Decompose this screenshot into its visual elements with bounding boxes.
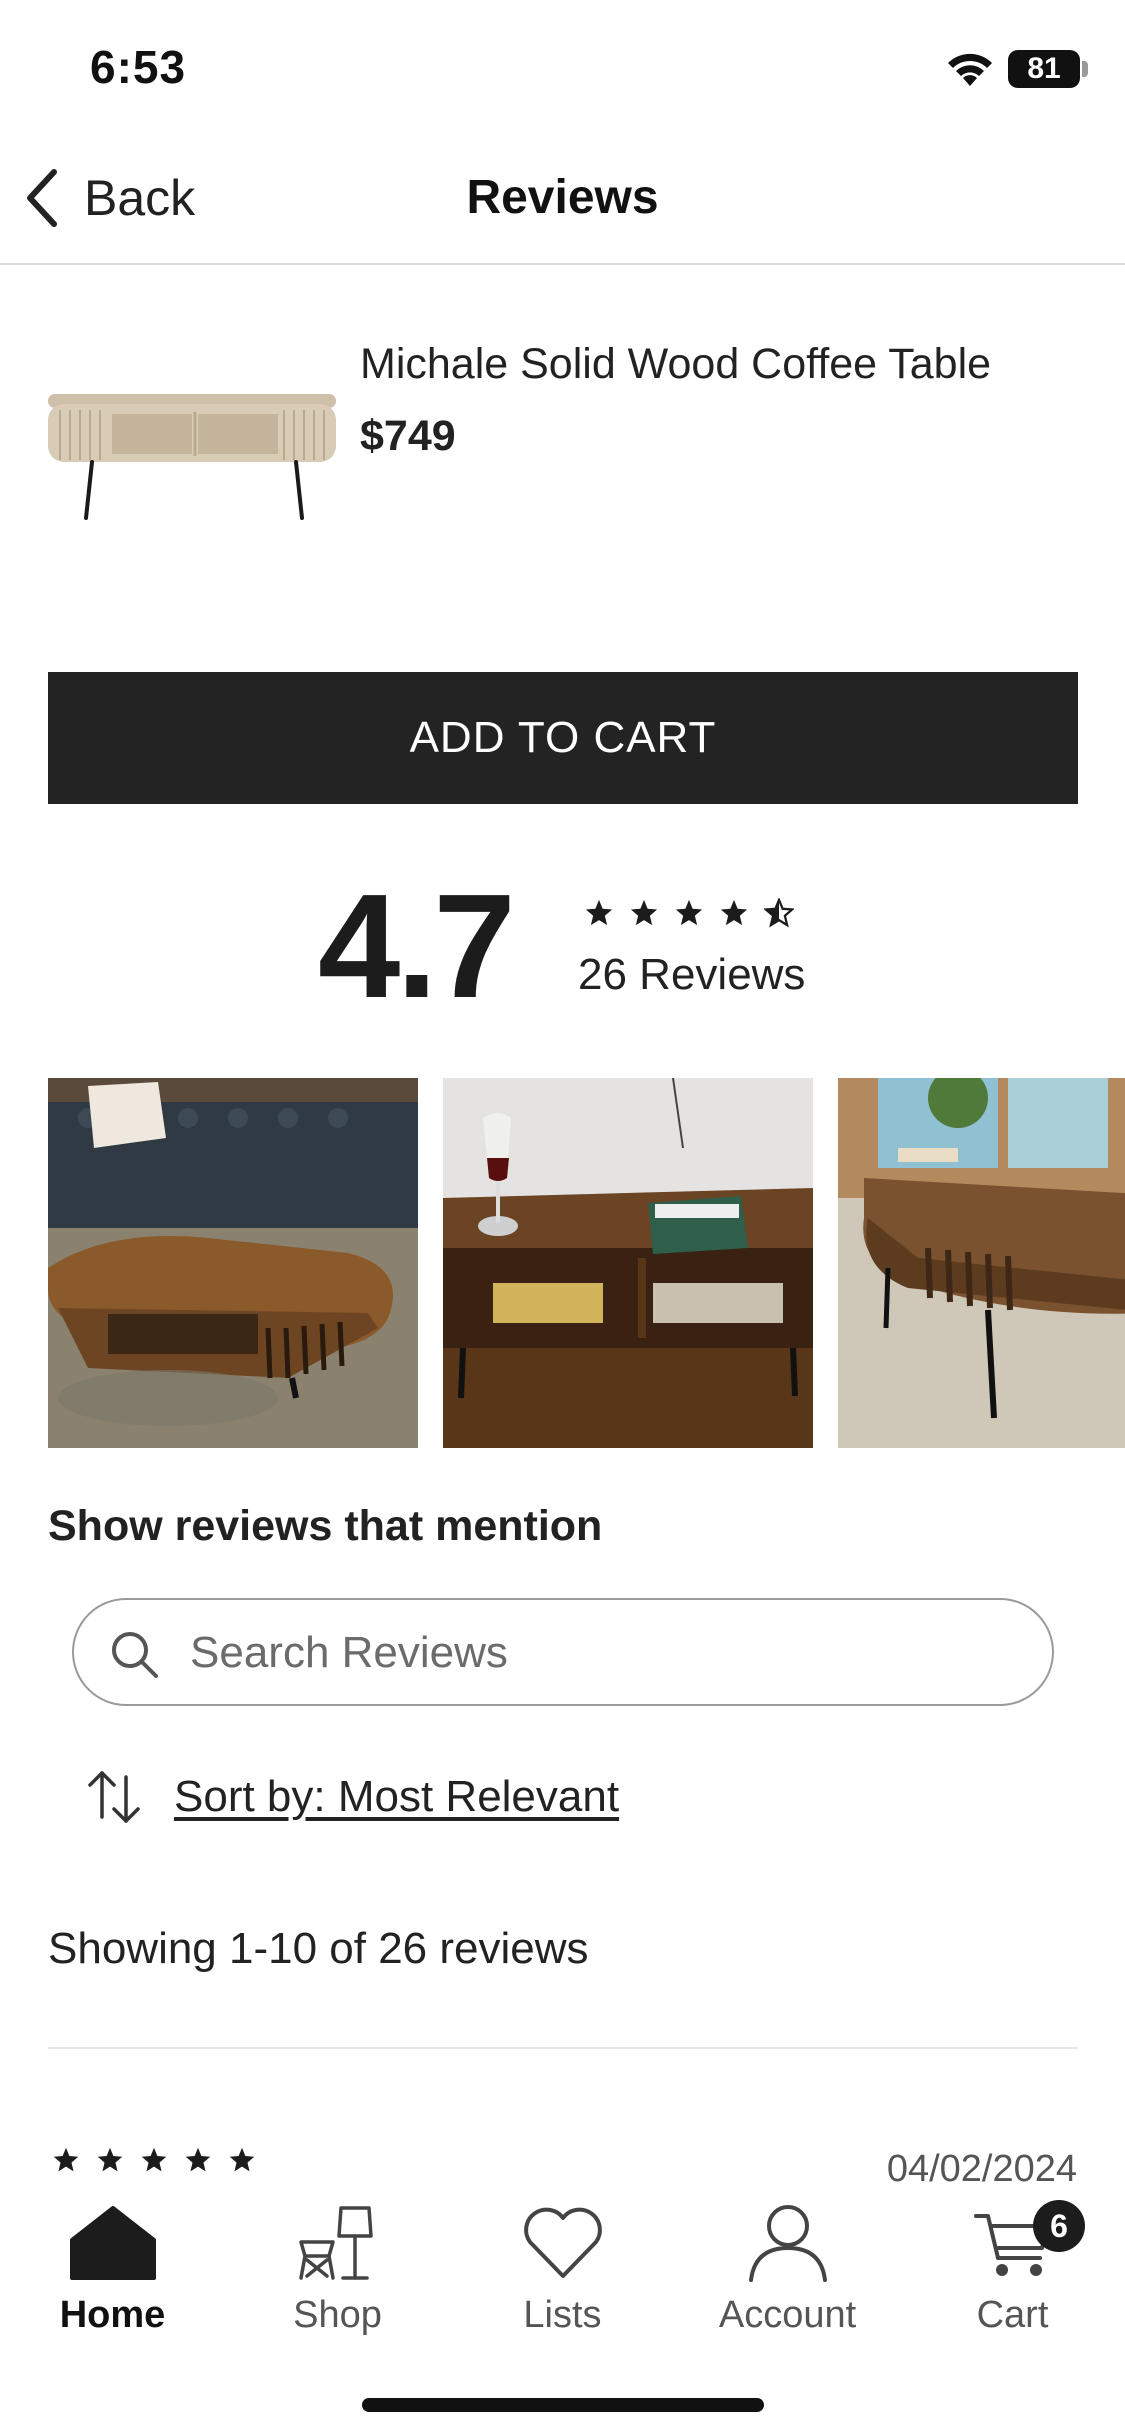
wifi-icon xyxy=(948,53,992,86)
search-input[interactable] xyxy=(190,1622,1010,1684)
status-bar: 6:53 81 xyxy=(0,0,1125,130)
product-image xyxy=(48,394,336,520)
results-count: Showing 1-10 of 26 reviews xyxy=(48,1924,589,1973)
battery-tip xyxy=(1082,61,1088,77)
sort-arrows-icon xyxy=(88,1771,140,1823)
review-photo-image xyxy=(48,1078,418,1448)
tab-label: Cart xyxy=(976,2294,1049,2336)
star-half-icon xyxy=(764,898,794,928)
tab-cart[interactable]: Cart xyxy=(900,2202,1125,2352)
star-filled-icon xyxy=(585,899,613,926)
account-icon xyxy=(748,2205,827,2282)
review-photo-image xyxy=(838,1078,1125,1448)
tab-account[interactable]: Account xyxy=(675,2202,900,2352)
star-filled-icon xyxy=(229,2147,255,2172)
tab-label: Shop xyxy=(293,2294,382,2336)
star-filled-icon xyxy=(630,899,658,926)
mention-heading: Show reviews that mention xyxy=(48,1502,603,1550)
product-price: $749 xyxy=(360,412,456,460)
tab-label: Lists xyxy=(523,2294,602,2336)
tab-shop[interactable]: Shop xyxy=(225,2202,450,2352)
add-to-cart-button[interactable]: ADD TO CART xyxy=(48,672,1078,804)
star-filled-icon xyxy=(720,899,748,926)
product-name[interactable]: Michale Solid Wood Coffee Table xyxy=(360,340,991,389)
product-summary[interactable]: Michale Solid Wood Coffee Table $749 xyxy=(0,330,1125,570)
cart-count-badge: 6 xyxy=(1033,2200,1085,2252)
status-time: 6:53 xyxy=(90,41,187,93)
star-filled-icon xyxy=(675,899,703,926)
average-rating: 4.7 xyxy=(318,864,516,1029)
tab-label: Account xyxy=(718,2294,857,2336)
page-title: Reviews xyxy=(466,171,659,224)
star-filled-icon xyxy=(53,2147,79,2172)
review-photo[interactable] xyxy=(443,1078,813,1448)
star-filled-icon xyxy=(185,2147,211,2172)
review-rating-stars xyxy=(52,2146,256,2174)
search-reviews-field[interactable] xyxy=(72,1598,1054,1706)
divider xyxy=(48,2047,1078,2049)
home-icon xyxy=(69,2206,156,2280)
tab-lists[interactable]: Lists xyxy=(450,2202,675,2352)
nav-bar: Back Reviews xyxy=(0,150,1125,265)
tab-label: Home xyxy=(59,2294,166,2336)
star-filled-icon xyxy=(97,2147,123,2172)
review-photo-image xyxy=(443,1078,813,1448)
sort-label[interactable]: Sort by: Most Relevant xyxy=(174,1772,619,1822)
shop-icon xyxy=(298,2206,373,2280)
rating-stars xyxy=(584,898,794,928)
review-photo[interactable] xyxy=(48,1078,418,1448)
review-count[interactable]: 26 Reviews xyxy=(578,950,805,1000)
tab-home[interactable]: Home xyxy=(0,2202,225,2352)
review-date: 04/02/2024 xyxy=(886,2148,1077,2190)
heart-icon xyxy=(523,2207,602,2278)
review-photo[interactable] xyxy=(838,1078,1125,1448)
home-indicator xyxy=(362,2398,764,2412)
battery-indicator: 81 xyxy=(1008,50,1080,88)
review-photos-carousel[interactable] xyxy=(48,1078,1125,1448)
search-icon xyxy=(112,1632,158,1678)
battery-level: 81 xyxy=(1027,52,1061,85)
sort-button[interactable]: Sort by: Most Relevant xyxy=(84,1762,619,1832)
star-filled-icon xyxy=(141,2147,167,2172)
